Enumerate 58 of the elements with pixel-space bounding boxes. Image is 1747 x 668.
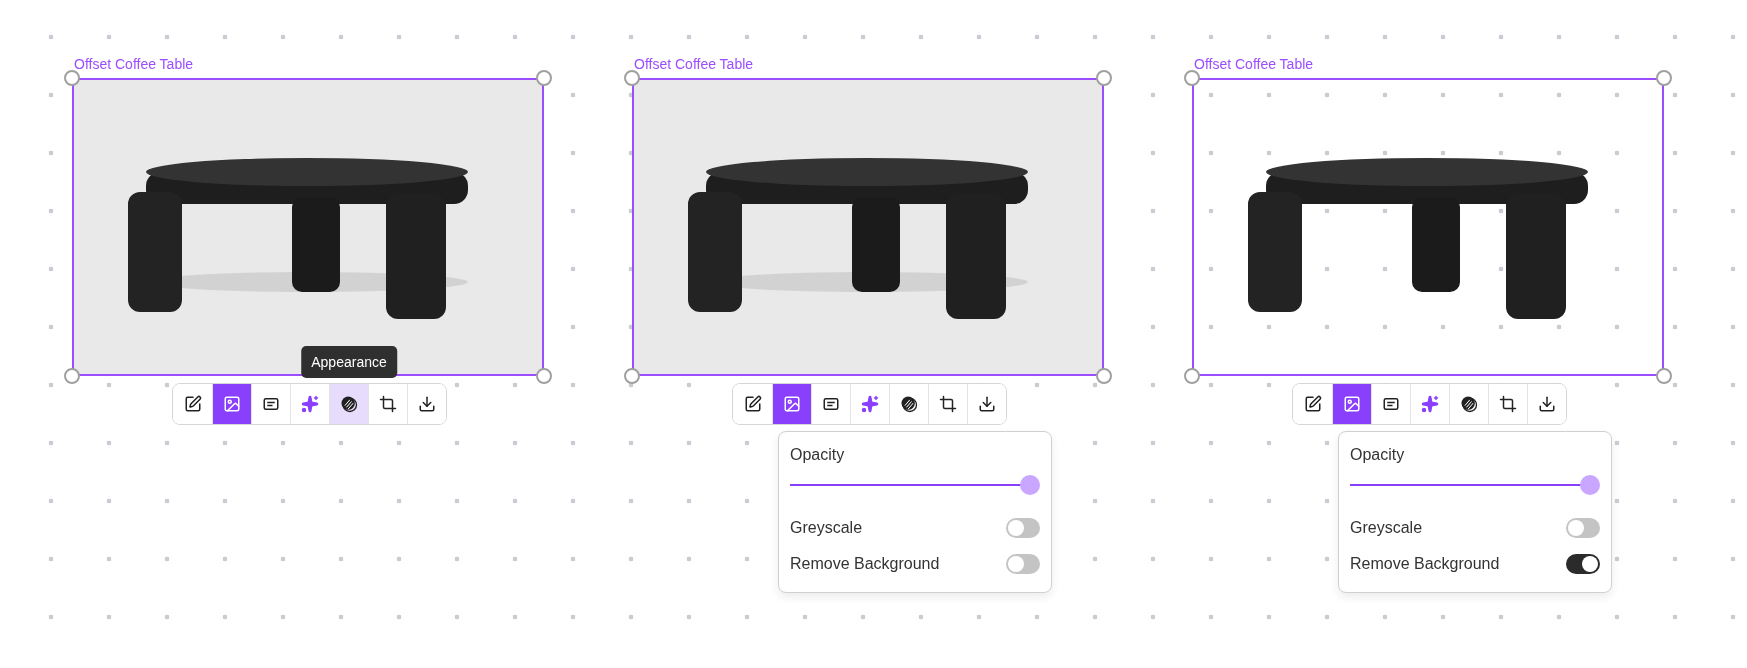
caption-icon (1382, 395, 1400, 413)
resize-handle[interactable] (1656, 70, 1672, 86)
appearance-icon (339, 394, 359, 414)
image-frame[interactable] (632, 78, 1104, 376)
download-button[interactable] (967, 384, 1006, 424)
opacity-label: Opacity (1350, 446, 1406, 464)
resize-handle[interactable] (1184, 70, 1200, 86)
edit-icon (183, 395, 202, 413)
resize-handle[interactable] (1184, 368, 1200, 384)
appearance-icon (1459, 394, 1479, 414)
resize-handle[interactable] (624, 368, 640, 384)
image-icon (1343, 395, 1361, 413)
resize-handle[interactable] (536, 368, 552, 384)
opacity-label: Opacity (790, 446, 846, 464)
image-icon (783, 395, 801, 413)
toggle-label: Remove Background (1350, 555, 1500, 573)
download-icon (978, 395, 996, 413)
image-frame[interactable] (72, 78, 544, 376)
resize-handle[interactable] (64, 70, 80, 86)
caption-icon (262, 395, 280, 413)
toggle-switch[interactable] (1006, 518, 1040, 538)
image-button[interactable] (212, 384, 251, 424)
crop-icon (379, 395, 397, 413)
frame-label: Offset Coffee Table (634, 56, 755, 74)
frame-label: Offset Coffee Table (74, 56, 195, 74)
image-frame[interactable] (1192, 78, 1664, 376)
resize-handle[interactable] (1096, 368, 1112, 384)
resize-handle[interactable] (536, 70, 552, 86)
slider-thumb[interactable] (1580, 475, 1600, 495)
crop-icon (1499, 395, 1517, 413)
toggle-switch[interactable] (1566, 554, 1600, 574)
image-button[interactable] (1332, 384, 1371, 424)
resize-handle[interactable] (624, 70, 640, 86)
sparkles-icon (301, 395, 319, 413)
toggle-label: Greyscale (790, 519, 863, 537)
resize-handle[interactable] (1096, 70, 1112, 86)
tooltip: Appearance (301, 346, 397, 378)
sparkles-icon (861, 395, 879, 413)
slider-thumb[interactable] (1020, 475, 1040, 495)
image-button[interactable] (772, 384, 811, 424)
edit-icon (1303, 395, 1322, 413)
download-button[interactable] (1527, 384, 1566, 424)
resize-handle[interactable] (64, 368, 80, 384)
image-icon (223, 395, 241, 413)
download-icon (418, 395, 436, 413)
frame-label: Offset Coffee Table (1194, 56, 1315, 74)
appearance-icon (899, 394, 919, 414)
toggle-label: Greyscale (1350, 519, 1423, 537)
download-icon (1538, 395, 1556, 413)
toggle-label: Remove Background (790, 555, 940, 573)
toggle-switch[interactable] (1566, 518, 1600, 538)
caption-icon (822, 395, 840, 413)
toggle-switch[interactable] (1006, 554, 1040, 574)
crop-icon (939, 395, 957, 413)
sparkles-icon (1421, 395, 1439, 413)
resize-handle[interactable] (1656, 368, 1672, 384)
download-button[interactable] (407, 384, 446, 424)
edit-icon (743, 395, 762, 413)
